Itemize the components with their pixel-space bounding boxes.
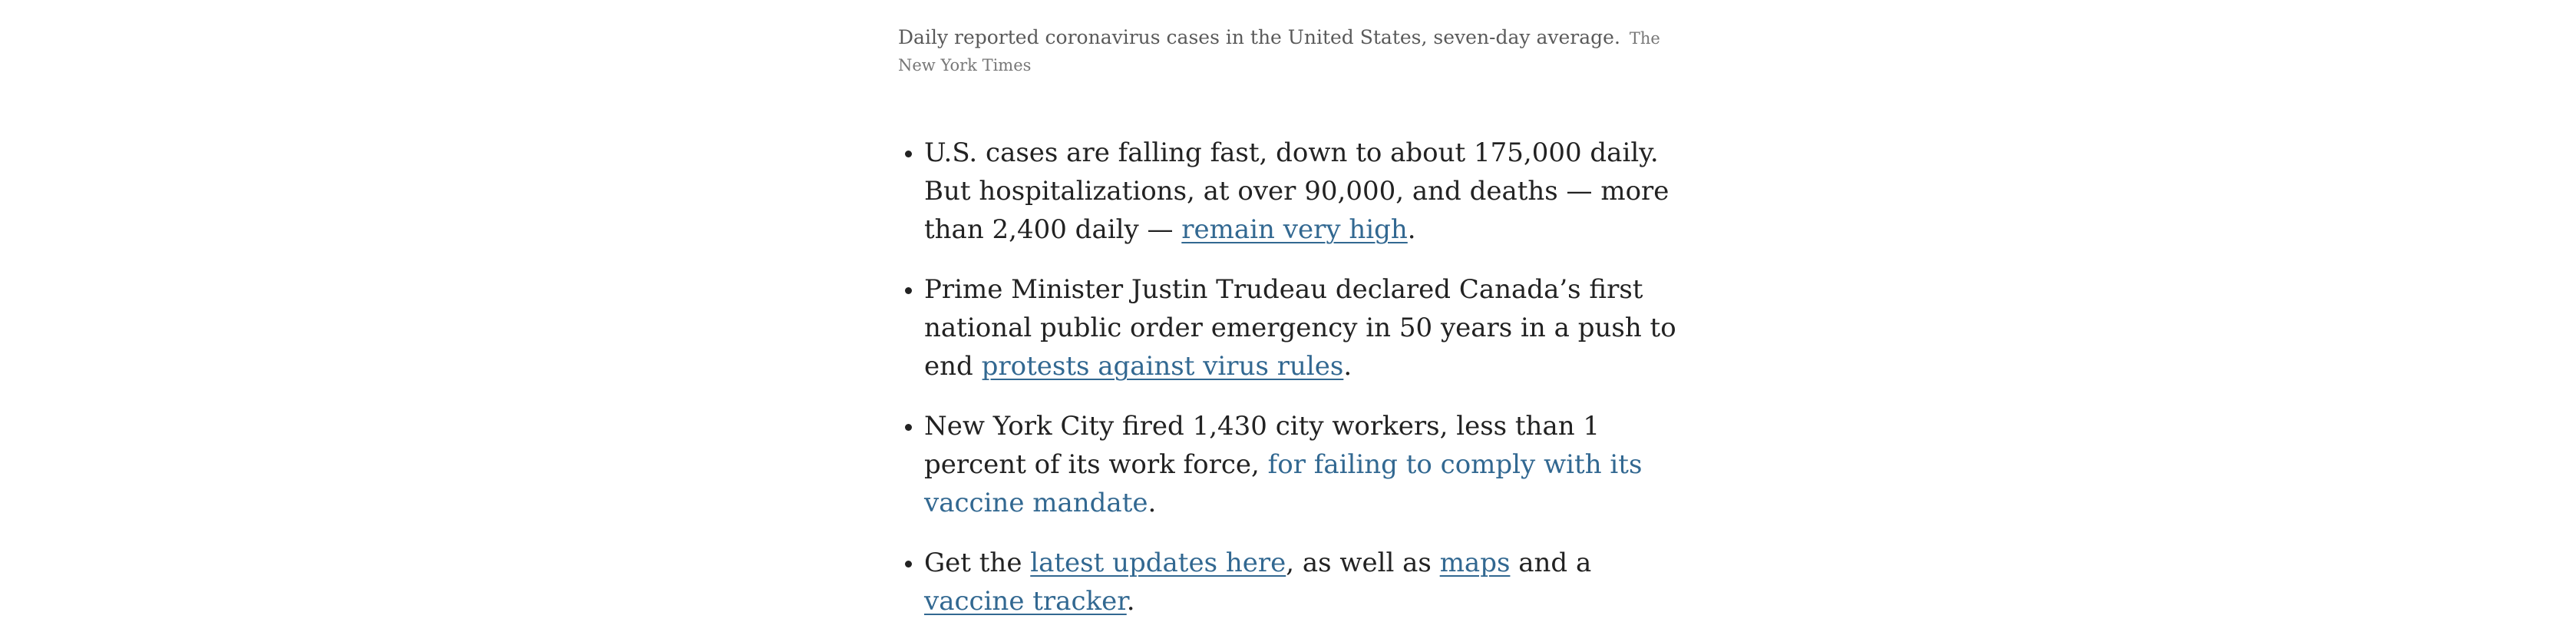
chart-caption: Daily reported coronavirus cases in the … xyxy=(898,25,1689,78)
latest-updates-link[interactable]: latest updates here xyxy=(1030,548,1286,578)
news-bullet-list: U.S. cases are falling fast, down to abo… xyxy=(898,134,1689,620)
bullet-text: , as well as xyxy=(1286,548,1440,578)
bullet-text: . xyxy=(1148,488,1157,518)
maps-link[interactable]: maps xyxy=(1440,548,1511,578)
bullet-text: . xyxy=(1407,214,1416,245)
bullet-text: and a xyxy=(1510,548,1592,578)
bullet-us-cases: U.S. cases are falling fast, down to abo… xyxy=(924,134,1689,249)
vaccine-tracker-link[interactable]: vaccine tracker xyxy=(924,586,1127,617)
bullet-text: . xyxy=(1126,586,1135,617)
bullet-text: . xyxy=(1343,351,1352,382)
bullet-text: Get the xyxy=(924,548,1031,578)
bullet-canada-emergency: Prime Minister Justin Trudeau declared C… xyxy=(924,270,1689,386)
protests-against-virus-rules-link[interactable]: protests against virus rules xyxy=(982,351,1344,382)
bullet-updates: Get the latest updates here, as well as … xyxy=(924,544,1689,620)
caption-text: Daily reported coronavirus cases in the … xyxy=(898,26,1620,48)
article-column: Daily reported coronavirus cases in the … xyxy=(898,25,1689,642)
bullet-nyc-workers: New York City fired 1,430 city workers, … xyxy=(924,407,1689,522)
remain-very-high-link[interactable]: remain very high xyxy=(1181,214,1408,245)
